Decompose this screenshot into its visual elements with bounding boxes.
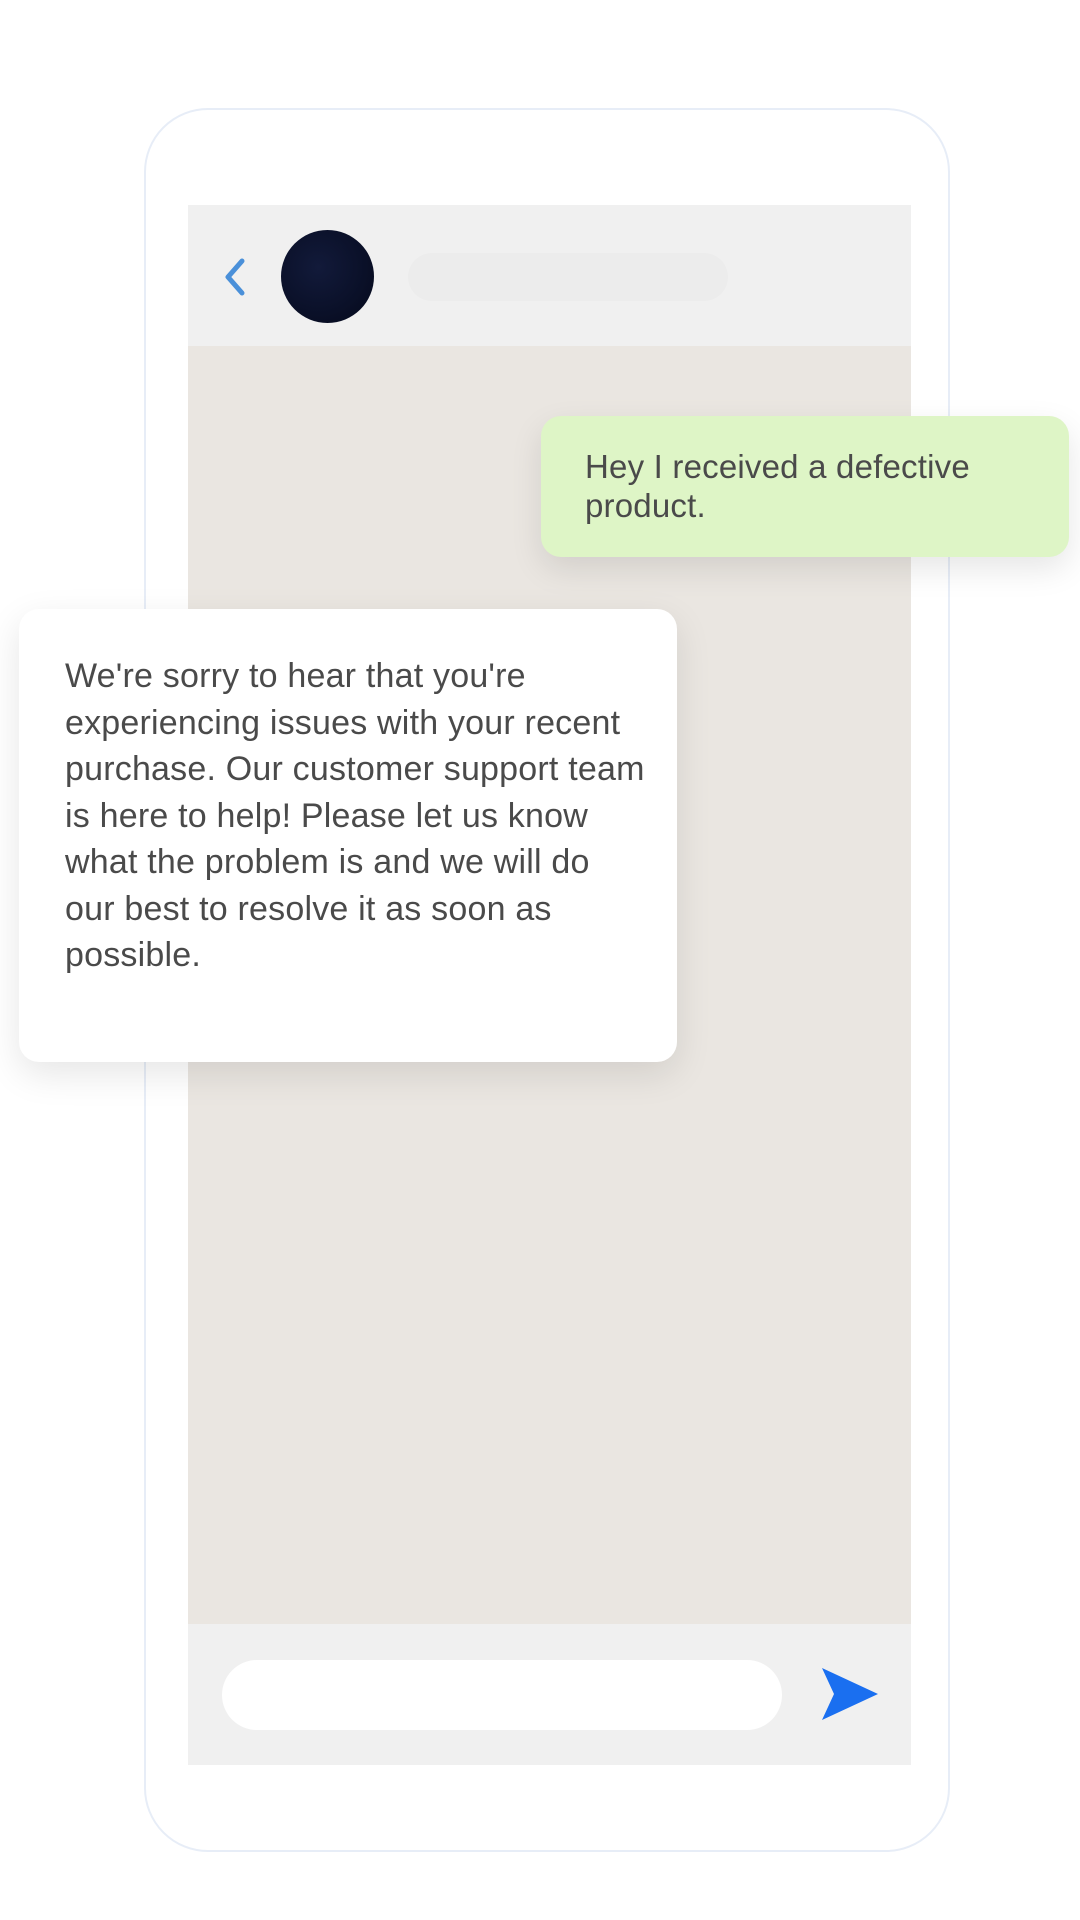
chevron-left-icon [225, 258, 245, 296]
back-button[interactable] [214, 249, 254, 305]
message-input[interactable] [222, 1660, 782, 1730]
message-composer [188, 1624, 911, 1765]
send-icon [822, 1668, 878, 1720]
incoming-message-bubble: We're sorry to hear that you're experien… [19, 609, 677, 1062]
contact-name [408, 253, 728, 301]
chat-header [188, 205, 911, 346]
send-button[interactable] [814, 1658, 886, 1730]
outgoing-message-bubble: Hey I received a defective product. [541, 416, 1069, 557]
contact-avatar[interactable] [281, 230, 374, 323]
canvas: Hey I received a defective product. We'r… [0, 0, 1080, 1920]
